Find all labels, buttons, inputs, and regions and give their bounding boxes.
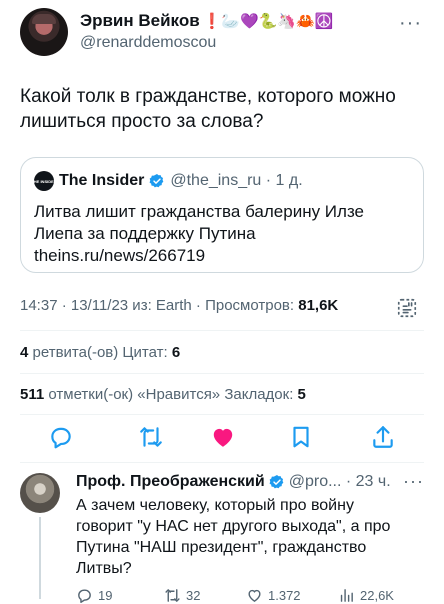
- reply-icon: [78, 589, 91, 603]
- heart-outline-icon: [248, 589, 261, 603]
- likes-count[interactable]: 511: [20, 386, 44, 403]
- tweet-text: Какой толк в гражданстве, которого можно…: [20, 86, 396, 132]
- reply-retweet-button[interactable]: 32: [164, 587, 200, 604]
- analytics-icon[interactable]: [396, 297, 418, 319]
- retweet-icon[interactable]: [138, 424, 164, 450]
- heart-icon[interactable]: [210, 424, 236, 450]
- reply-likes-count: 1.372: [268, 588, 301, 603]
- divider: [20, 414, 424, 415]
- quoted-author-name: The Insider: [59, 172, 145, 189]
- retweet-icon: [165, 589, 180, 602]
- reply-retweets-count: 32: [186, 588, 201, 603]
- likes-bookmarks-counts: 511 отметки(-ок) «Нравится» Закладок: 5: [20, 386, 306, 403]
- insider-logo: THE INSIDER: [31, 171, 57, 191]
- likes-label[interactable]: отметки(-ок) «Нравится» Закладок:: [44, 386, 297, 403]
- reply-more-options-icon[interactable]: ···: [403, 471, 424, 492]
- bookmark-icon[interactable]: [288, 424, 314, 450]
- views-count: 81,6K: [298, 297, 339, 314]
- author-name-row: Эрвин Вейков ❗🦢💜🐍🦄🦀☮️: [80, 11, 333, 31]
- reply-like-button[interactable]: 1.372: [246, 587, 301, 604]
- reply-text: А зачем человеку, который про войну гово…: [76, 497, 391, 577]
- reply-views-count: 22,6K: [360, 588, 394, 603]
- author-avatar[interactable]: [20, 8, 68, 56]
- reply-author-name[interactable]: Проф. Преображенский: [76, 473, 265, 491]
- author-emojis: ❗🦢💜🐍🦄🦀☮️: [202, 12, 334, 30]
- reply-header: Проф. Преображенский @pro... · 23 ч.: [76, 473, 391, 491]
- quoted-text: Литва лишит гражданства балерину Илзе Ли…: [34, 202, 364, 265]
- verified-icon: [269, 475, 284, 489]
- reply-meta[interactable]: @pro... · 23 ч.: [289, 473, 391, 491]
- reply-views-button[interactable]: 22,6K: [338, 587, 394, 604]
- reply-icon[interactable]: [48, 424, 74, 450]
- divider: [20, 330, 424, 331]
- reply-replies-count: 19: [98, 588, 113, 603]
- thread-line: [39, 517, 41, 599]
- views-icon: [340, 589, 353, 602]
- quoted-meta: @the_ins_ru · 1 д.: [170, 172, 303, 189]
- verified-icon: [149, 174, 164, 188]
- author-name[interactable]: Эрвин Вейков: [80, 11, 200, 31]
- tweet-action-bar: [20, 424, 424, 454]
- reply-action-bar: 19 32 1.372 22,6K: [76, 587, 424, 604]
- tweet-header: Эрвин Вейков ❗🦢💜🐍🦄🦀☮️ @renarddemoscou ··…: [20, 8, 424, 58]
- more-options-icon[interactable]: ···: [399, 12, 422, 35]
- divider: [20, 373, 424, 374]
- retweets-label[interactable]: ретвита(-ов) Цитат:: [28, 344, 171, 361]
- author-handle[interactable]: @renarddemoscou: [80, 34, 216, 52]
- bookmarks-count[interactable]: 5: [298, 386, 306, 403]
- reply-reply-button[interactable]: 19: [76, 587, 112, 604]
- quotes-count[interactable]: 6: [172, 344, 180, 361]
- share-icon[interactable]: [370, 424, 396, 450]
- quoted-tweet-header: THE INSIDER The Insider @the_ins_ru · 1 …: [31, 171, 303, 191]
- retweet-quote-counts: 4 ретвита(-ов) Цитат: 6: [20, 344, 180, 361]
- reply-author-avatar[interactable]: [20, 473, 60, 513]
- quoted-tweet[interactable]: THE INSIDER The Insider @the_ins_ru · 1 …: [20, 157, 424, 273]
- timestamp[interactable]: 14:37 · 13/11/23 из: Earth · Просмотров:: [20, 297, 298, 314]
- timestamp-line: 14:37 · 13/11/23 из: Earth · Просмотров:…: [20, 297, 338, 314]
- reply-tweet[interactable]: Проф. Преображенский @pro... · 23 ч. ···…: [0, 463, 444, 604]
